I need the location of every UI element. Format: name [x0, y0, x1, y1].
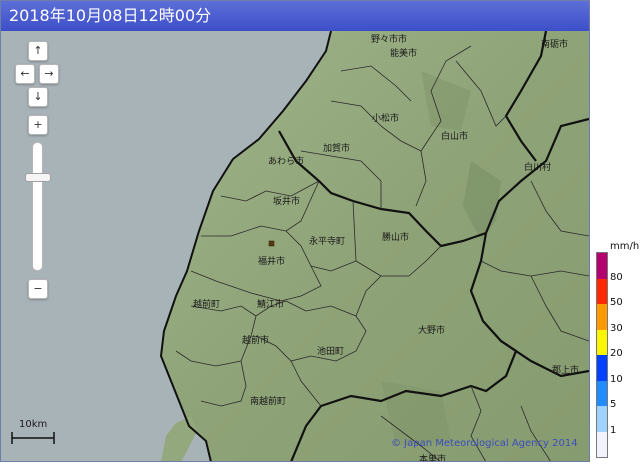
- copyright-credit: © Japan Meteorological Agency 2014: [391, 438, 578, 449]
- timestamp-title: 2018年10月08日12時00分: [1, 1, 589, 31]
- place-label: 野々市市: [371, 35, 408, 45]
- legend-unit: mm/h: [610, 241, 640, 252]
- place-label: 池田町: [317, 347, 345, 357]
- legend-swatch: [597, 431, 607, 457]
- legend-color-bar: [596, 252, 608, 458]
- place-label: 勝山市: [382, 233, 410, 243]
- place-label: 能美市: [390, 49, 418, 59]
- legend-swatch: [597, 278, 607, 304]
- place-label: 白山市: [441, 132, 469, 142]
- location-marker: [268, 240, 275, 247]
- legend-swatch: [597, 253, 607, 279]
- legend-tick-label: 30: [610, 322, 623, 334]
- legend-tick-label: 80: [610, 271, 623, 283]
- zoom-slider-handle[interactable]: [25, 173, 51, 183]
- place-label: 南砺市: [541, 40, 569, 50]
- scale-bar: 10km: [11, 419, 57, 450]
- place-label: 福井市: [258, 257, 286, 267]
- place-label: 加賀市: [323, 144, 351, 154]
- legend-swatch: [597, 380, 607, 406]
- legend-swatch: [597, 329, 607, 355]
- scale-label: 10km: [19, 419, 48, 430]
- legend-tick-label: 5: [610, 399, 617, 410]
- place-label: 越前町: [193, 300, 221, 310]
- place-label: 郡上市: [552, 366, 580, 376]
- pan-up-button[interactable]: ↑: [28, 41, 48, 61]
- place-label: 白川村: [524, 163, 552, 173]
- legend-tick-label: 50: [610, 297, 623, 308]
- legend-tick-label: 20: [610, 348, 623, 359]
- legend-tick-label: 10: [610, 373, 623, 385]
- map-canvas[interactable]: [1, 31, 589, 462]
- place-label: 坂井市: [273, 197, 301, 207]
- place-label: 本巣市: [419, 455, 447, 462]
- place-label: あわら市: [268, 157, 305, 167]
- legend-swatch: [597, 355, 607, 381]
- pan-down-button[interactable]: ↓: [28, 87, 48, 107]
- zoom-slider[interactable]: [32, 142, 43, 271]
- place-label: 小松市: [372, 114, 400, 124]
- pan-right-button[interactable]: →: [39, 64, 59, 84]
- pan-left-button[interactable]: ←: [15, 64, 35, 84]
- legend-swatch: [597, 304, 607, 330]
- map-frame: 2018年10月08日12時00分 能美市 南砺市 小松市 白山市 加賀市 あわ…: [0, 0, 590, 462]
- place-label: 大野市: [418, 326, 446, 336]
- place-label: 南越前町: [250, 397, 287, 407]
- legend-tick-label: 1: [610, 424, 617, 436]
- place-label: 鯖江市: [257, 300, 285, 310]
- precipitation-legend: mm/h 80 50 30 20 10 5 1: [594, 241, 639, 458]
- place-label: 越前市: [242, 336, 270, 346]
- zoom-in-button[interactable]: +: [28, 115, 48, 135]
- legend-swatch: [597, 406, 607, 432]
- zoom-out-button[interactable]: −: [28, 279, 48, 299]
- place-label: 永平寺町: [309, 237, 346, 247]
